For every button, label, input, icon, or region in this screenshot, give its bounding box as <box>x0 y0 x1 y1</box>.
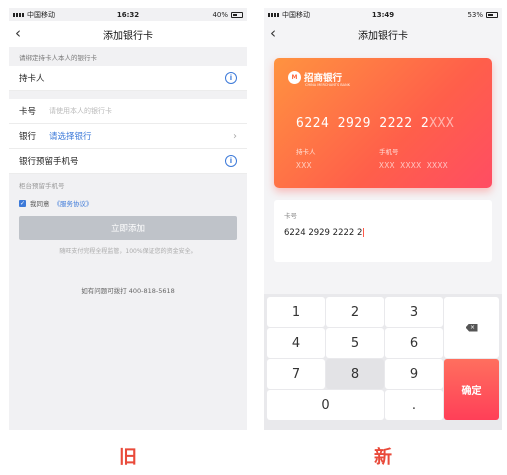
hotline-text: 如有问题可拨打 400-818-5618 <box>81 287 175 295</box>
card-phone-label: 手机号 <box>379 148 399 156</box>
page-title: 添加银行卡 <box>358 30 408 42</box>
delete-key[interactable]: × <box>444 297 499 358</box>
bank-select-value[interactable]: 请选择银行 <box>49 130 92 142</box>
bank-card-preview: M 招商银行 CHINA MERCHANTS BANK 6224 2929 22… <box>274 58 492 188</box>
nav-bar: ‹ 添加银行卡 <box>264 21 502 47</box>
agreement-row[interactable]: ✓ 我同意 《服务协议》 <box>9 195 247 212</box>
battery-percent: 53% <box>467 10 483 19</box>
bank-english-name: CHINA MERCHANTS BANK <box>305 83 350 87</box>
carrier-label: 中国移动 <box>282 10 310 19</box>
card-number-input[interactable]: 卡号 6224 2929 2222 2 <box>274 200 492 262</box>
checkbox-checked-icon[interactable]: ✓ <box>19 199 26 207</box>
holder-row[interactable]: 持卡人 i <box>9 66 247 91</box>
battery-percent: 40% <box>212 10 228 19</box>
phone-field[interactable]: 银行预留手机号 i <box>9 149 247 174</box>
phone-label: 银行预留手机号 <box>19 157 79 167</box>
bank-logo: M 招商银行 CHINA MERCHANTS BANK <box>288 70 350 87</box>
status-bar: 中国移动 16:32 40% <box>9 8 247 21</box>
back-icon[interactable]: ‹ <box>270 25 276 41</box>
bank-label: 银行 <box>19 132 37 142</box>
info-icon[interactable]: i <box>225 72 237 84</box>
battery-icon <box>231 11 243 18</box>
key-3[interactable]: 3 <box>385 297 443 327</box>
card-number-placeholder[interactable]: 请使用本人的银行卡 <box>49 106 112 116</box>
counter-note: 柜台预留手机号 <box>19 182 65 190</box>
info-icon[interactable]: i <box>225 155 237 167</box>
agreement-link[interactable]: 《服务协议》 <box>54 198 93 208</box>
key-9[interactable]: 9 <box>385 359 443 389</box>
chevron-right-icon: › <box>233 130 237 142</box>
key-4[interactable]: 4 <box>267 328 325 358</box>
key-5[interactable]: 5 <box>326 328 384 358</box>
back-icon[interactable]: ‹ <box>15 25 21 41</box>
security-note: 随旺支付完程全程监管，100%保证您的资金安全。 <box>59 248 197 255</box>
new-phone-screen: 中国移动 13:49 53% ‹ 添加银行卡 M 招商银行 CHINA MERC… <box>264 8 502 430</box>
bind-hint: 请绑定持卡人本人的银行卡 <box>19 54 97 62</box>
card-number-mask: XXX <box>429 116 455 131</box>
key-dot[interactable]: . <box>385 390 443 420</box>
card-number-entered: 6224 2929 2222 2 <box>296 116 430 131</box>
holder-label: 持卡人 <box>19 74 45 84</box>
key-2[interactable]: 2 <box>326 297 384 327</box>
backspace-icon: × <box>465 323 478 332</box>
card-number-value[interactable]: 6224 2929 2222 2 <box>284 228 365 238</box>
key-8[interactable]: 8 <box>326 359 384 389</box>
card-holder-label: 持卡人 <box>296 148 316 156</box>
key-6[interactable]: 6 <box>385 328 443 358</box>
card-number-field[interactable]: 卡号 请使用本人的银行卡 <box>9 99 247 124</box>
key-1[interactable]: 1 <box>267 297 325 327</box>
signal-icon <box>268 12 279 17</box>
card-number-label: 卡号 <box>19 107 37 117</box>
card-number-display: 6224 2929 2222 2XXX <box>296 116 454 131</box>
key-7[interactable]: 7 <box>267 359 325 389</box>
nav-bar: ‹ 添加银行卡 <box>9 21 247 47</box>
caption-new: 新 <box>374 447 392 468</box>
battery-icon <box>486 11 498 18</box>
agree-text: 我同意 <box>30 200 50 208</box>
caption-old: 旧 <box>119 447 137 468</box>
numeric-keypad: 1 2 3 4 5 6 7 8 9 0 . × 确定 <box>264 294 502 430</box>
bank-select-row[interactable]: 银行 请选择银行 › <box>9 124 247 149</box>
status-bar: 中国移动 13:49 53% <box>264 8 502 21</box>
confirm-button[interactable]: 确定 <box>444 359 499 420</box>
signal-icon <box>13 12 24 17</box>
card-phone-value: XXX XXXX XXXX <box>379 161 449 170</box>
card-number-label: 卡号 <box>284 212 297 220</box>
submit-button[interactable]: 立即添加 <box>19 216 237 240</box>
bank-name: 招商银行 <box>304 73 343 84</box>
carrier-label: 中国移动 <box>27 10 55 19</box>
text-caret <box>363 228 365 237</box>
page-title: 添加银行卡 <box>103 30 153 42</box>
card-holder-value: XXX <box>296 161 312 170</box>
old-phone-screen: 中国移动 16:32 40% ‹ 添加银行卡 请绑定持卡人本人的银行卡 持卡人 … <box>9 8 247 430</box>
key-0[interactable]: 0 <box>267 390 384 420</box>
bank-logo-icon: M <box>288 70 301 84</box>
